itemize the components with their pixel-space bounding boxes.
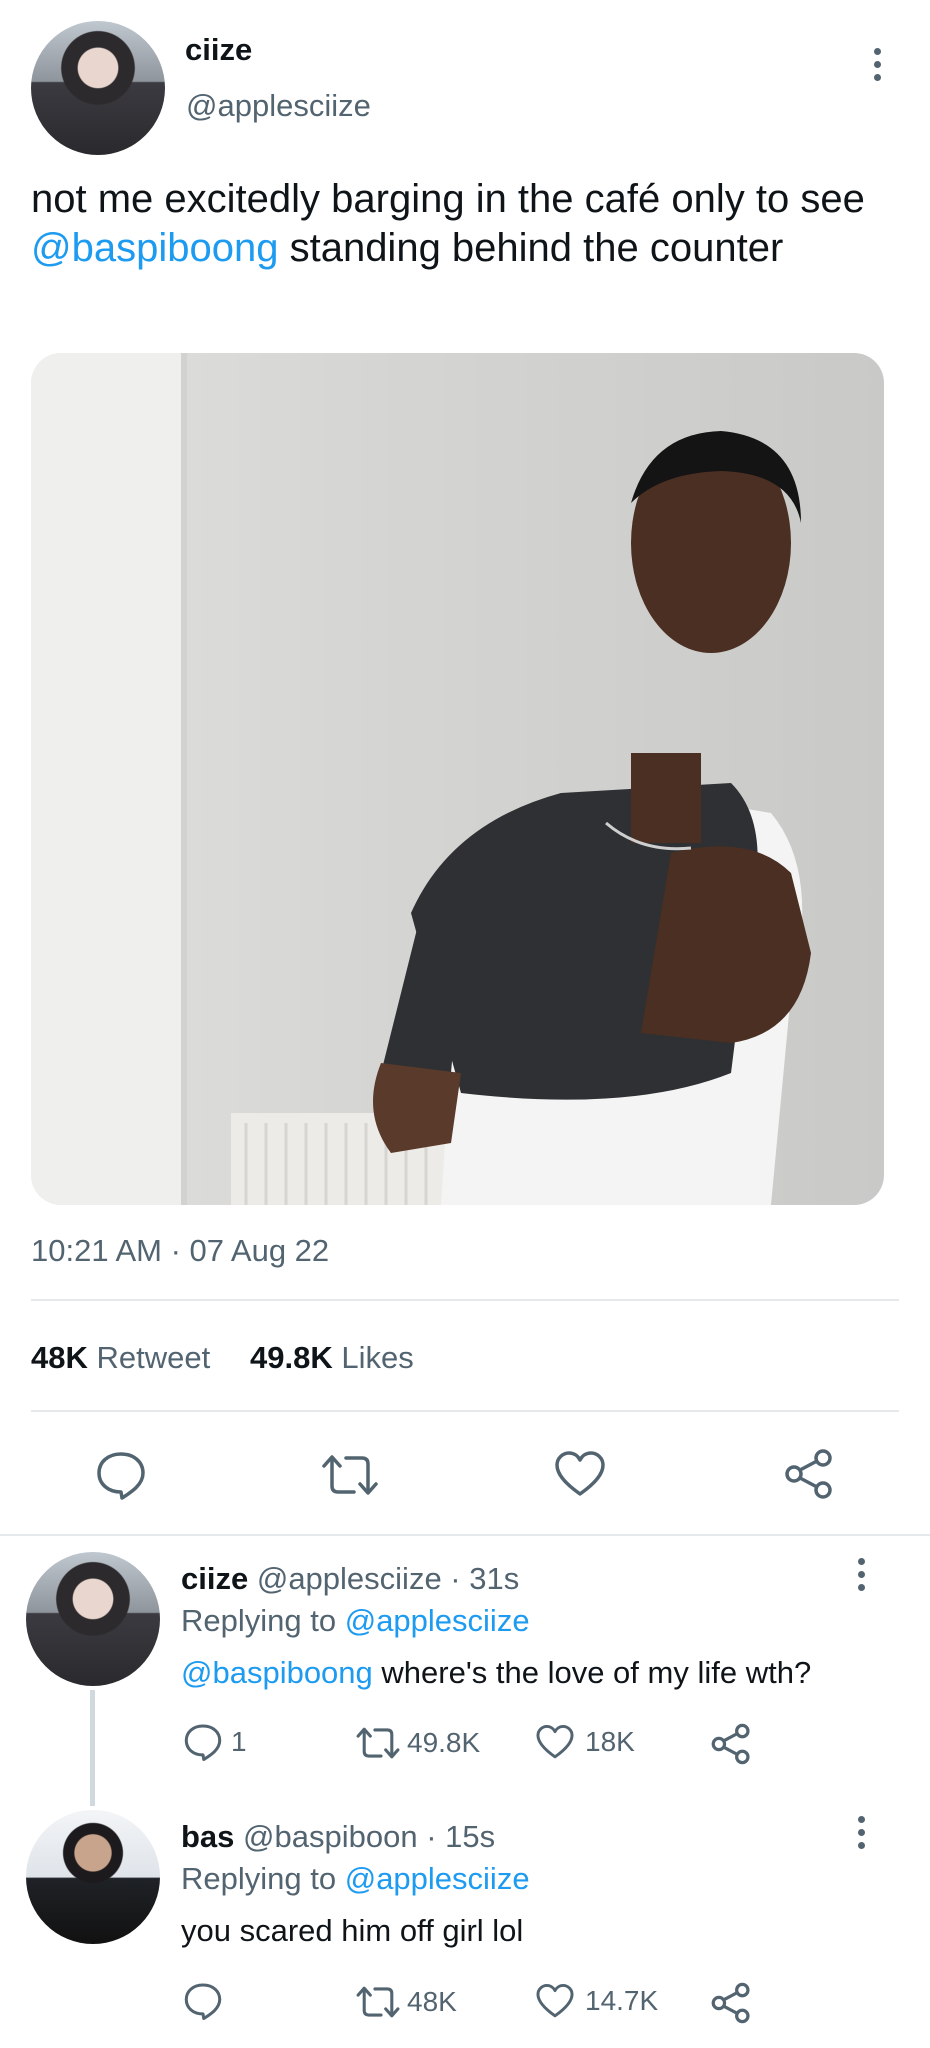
share-icon[interactable]: [783, 1448, 835, 1500]
reply-mention[interactable]: @baspiboong: [181, 1655, 373, 1690]
tweet-text: not me excitedly barging in the café onl…: [31, 175, 881, 273]
retweets-label: Retweet: [96, 1340, 211, 1375]
reply-retweet-button[interactable]: 49.8K: [355, 1725, 480, 1761]
reply-retweet-count: 49.8K: [407, 1727, 481, 1758]
replying-prefix: Replying to: [181, 1603, 337, 1638]
author-handle[interactable]: @applesciize: [186, 88, 371, 124]
replying-prefix: Replying to: [181, 1861, 337, 1896]
author-display-name[interactable]: ciize: [185, 32, 252, 68]
tweet-text-after: standing behind the counter: [278, 226, 784, 270]
reply-reply-button[interactable]: [183, 1982, 223, 2020]
reply-count: 1: [231, 1726, 247, 1757]
like-icon: [536, 1983, 574, 2018]
reply-more-options-icon[interactable]: [846, 1816, 876, 1856]
likes-count: 49.8K: [250, 1340, 333, 1375]
divider: [31, 1299, 899, 1301]
reply-retweet-button[interactable]: 48K: [355, 1984, 457, 2020]
reply-like-count: 14.7K: [585, 1985, 659, 2016]
retweet-icon[interactable]: [320, 1452, 380, 1498]
reply-like-count: 18K: [585, 1726, 635, 1757]
reply-avatar[interactable]: [26, 1810, 160, 1944]
likes-stat[interactable]: 49.8K Likes: [250, 1340, 414, 1376]
tweet-mention[interactable]: @baspiboong: [31, 226, 278, 270]
reply-icon[interactable]: [95, 1450, 147, 1500]
reply-display-name[interactable]: ciize: [181, 1561, 248, 1596]
retweets-count: 48K: [31, 1340, 88, 1375]
divider: [31, 1410, 899, 1412]
thread-line: [90, 1690, 95, 1806]
tweet-timestamp[interactable]: 10:21 AM · 07 Aug 22: [31, 1233, 329, 1269]
reply-retweet-count: 48K: [407, 1986, 457, 2017]
reply-share-button[interactable]: [710, 1723, 752, 1765]
retweets-stat[interactable]: 48K Retweet: [31, 1340, 210, 1376]
more-options-icon[interactable]: [862, 48, 892, 88]
reply-text: you scared him off girl lol: [181, 1913, 524, 1948]
replying-to: Replying to @applesciize: [181, 1861, 530, 1897]
share-icon: [711, 1982, 750, 2024]
retweet-icon: [356, 1986, 400, 2018]
reply-body: where's the love of my life wth?: [372, 1655, 812, 1690]
reply-icon: [184, 1983, 222, 2020]
tweet-photo[interactable]: [31, 353, 884, 1205]
retweet-icon: [356, 1727, 400, 1759]
reply-like-button[interactable]: 14.7K: [535, 1983, 658, 2019]
reply-more-options-icon[interactable]: [846, 1558, 876, 1598]
photo-illustration: [31, 353, 811, 1205]
replying-to-handle[interactable]: @applesciize: [345, 1861, 530, 1896]
reply-reply-button[interactable]: 1: [183, 1723, 247, 1761]
reply-display-name[interactable]: bas: [181, 1819, 234, 1854]
likes-label: Likes: [341, 1340, 414, 1375]
reply-like-button[interactable]: 18K: [535, 1724, 635, 1760]
reply-header: bas @baspiboon · 15s: [181, 1819, 495, 1855]
reply-icon: [184, 1724, 222, 1761]
reply-handle-time[interactable]: @applesciize · 31s: [257, 1561, 519, 1596]
reply-avatar[interactable]: [26, 1552, 160, 1686]
divider: [0, 1534, 930, 1536]
author-avatar[interactable]: [31, 21, 165, 155]
like-icon: [536, 1724, 574, 1759]
replying-to: Replying to @applesciize: [181, 1603, 530, 1639]
share-icon: [711, 1723, 750, 1765]
reply-share-button[interactable]: [710, 1982, 752, 2024]
replying-to-handle[interactable]: @applesciize: [345, 1603, 530, 1638]
reply-header: ciize @applesciize · 31s: [181, 1561, 519, 1597]
tweet-text-before: not me excitedly barging in the café onl…: [31, 177, 865, 221]
reply-text: @baspiboong where's the love of my life …: [181, 1655, 811, 1691]
reply-handle-time[interactable]: @baspiboon · 15s: [243, 1819, 495, 1854]
like-icon[interactable]: [553, 1450, 607, 1498]
